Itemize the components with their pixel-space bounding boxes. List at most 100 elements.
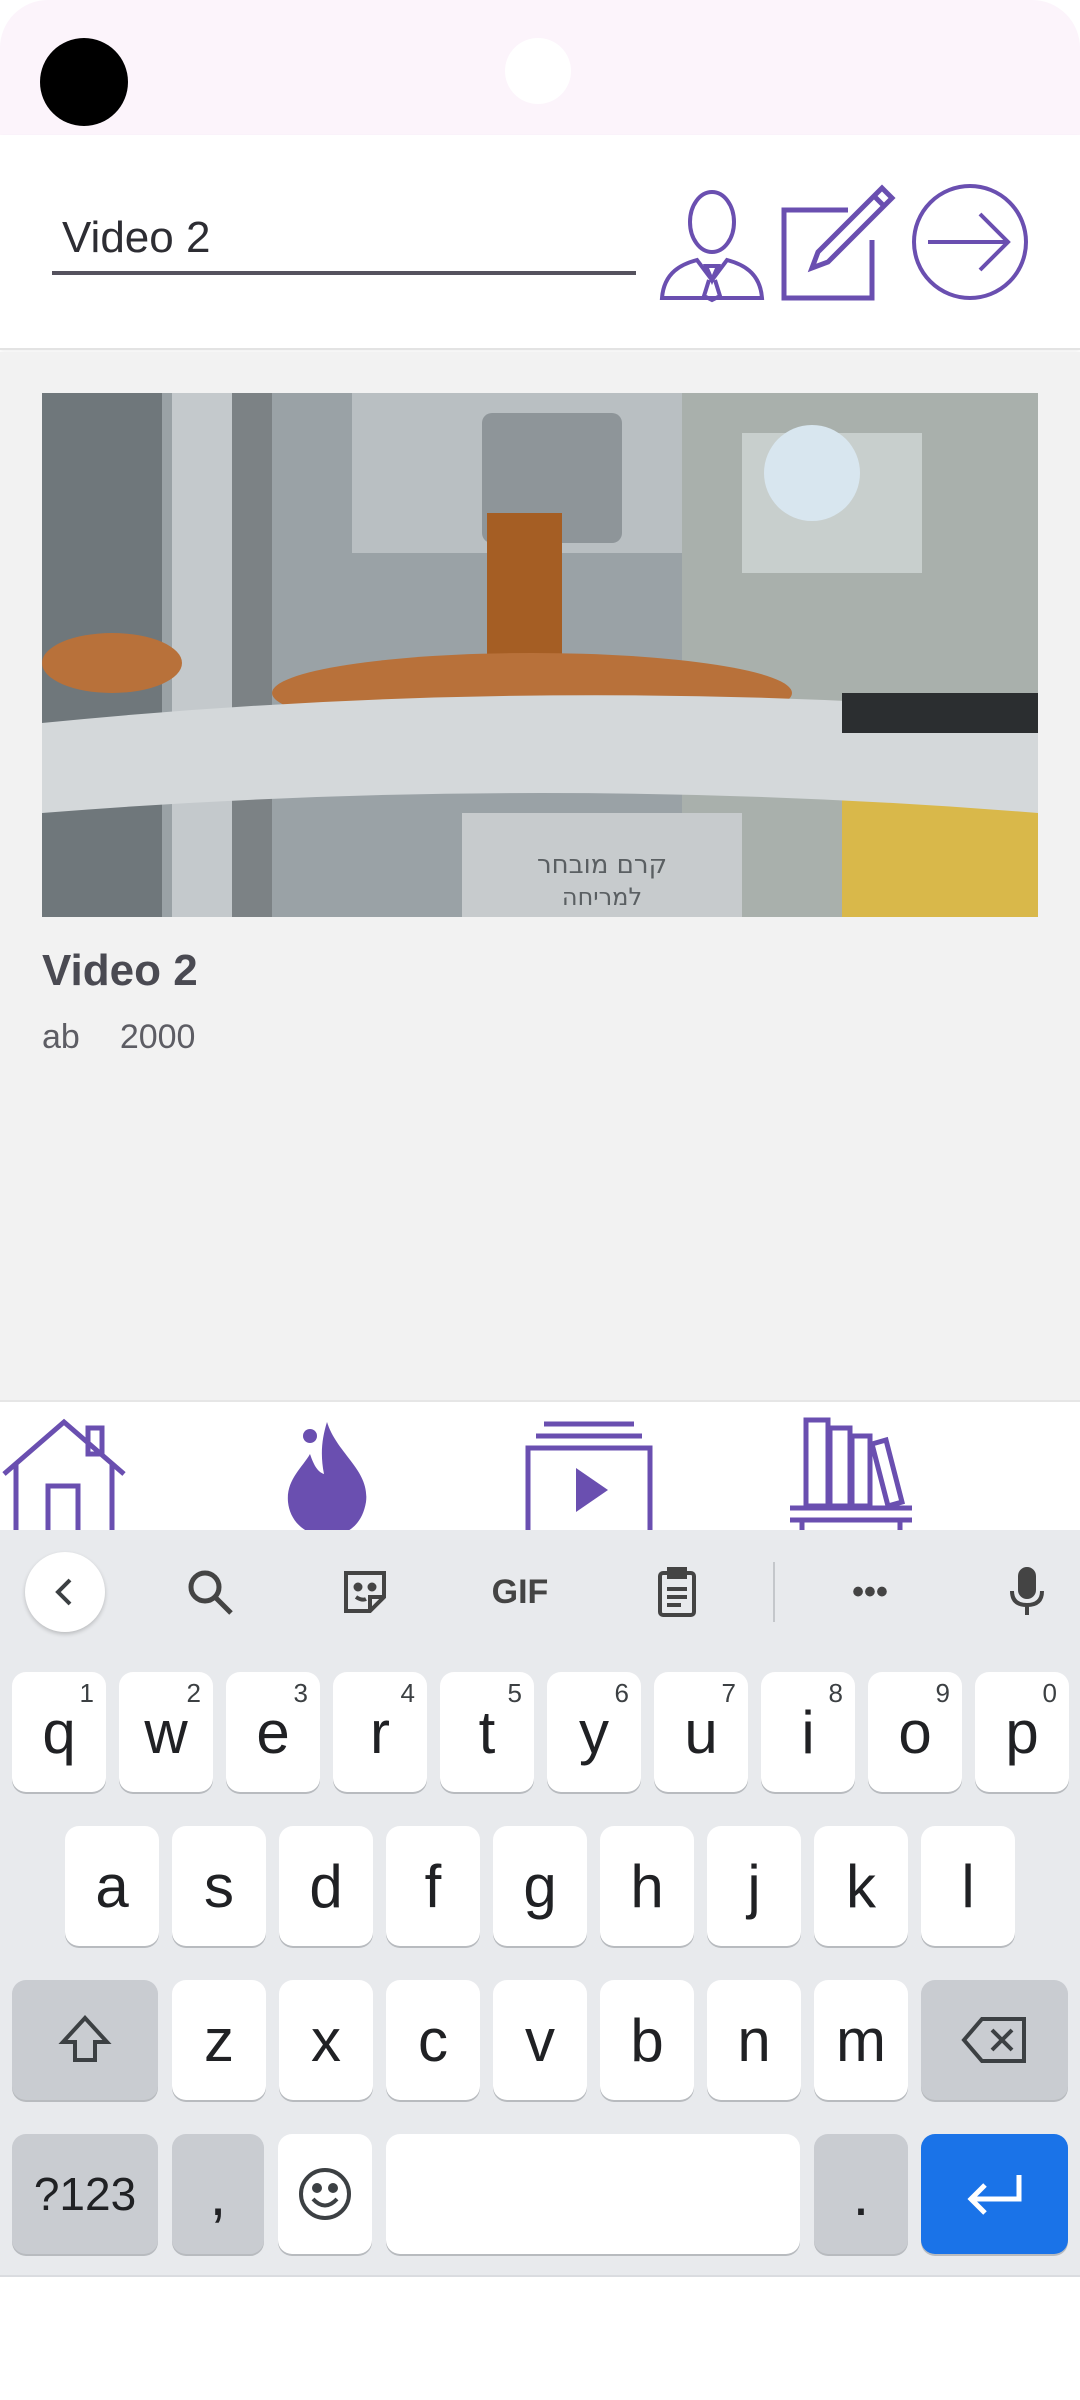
keyboard-search-button[interactable] (170, 1552, 250, 1632)
key-q[interactable]: q1 (12, 1672, 106, 1792)
search-input[interactable] (52, 205, 636, 275)
sticker-icon (344, 1571, 386, 1613)
keyboard-gif-button[interactable]: GIF (480, 1552, 560, 1632)
key-label: t (478, 1698, 496, 1766)
key-label: u (684, 1698, 718, 1766)
back-icon (55, 1578, 72, 1606)
video-thumbnail[interactable]: קרם מובחר למריחה (42, 393, 1038, 917)
key-label: y (579, 1698, 609, 1766)
key-f[interactable]: f (386, 1826, 480, 1946)
keyboard-back-button[interactable] (25, 1552, 105, 1632)
bottom-nav (0, 1400, 1080, 1530)
app-header (0, 135, 1080, 350)
nav-home[interactable] (0, 1414, 130, 1530)
nav-library[interactable] (786, 1414, 916, 1530)
camera-cutout (40, 38, 128, 126)
emoji-key[interactable] (278, 2134, 372, 2254)
key-label: o (898, 1698, 932, 1766)
gesture-bar (0, 2275, 1080, 2400)
key-label: p (1005, 1698, 1039, 1766)
key-d[interactable]: d (279, 1826, 373, 1946)
key-hint: 5 (507, 1678, 522, 1708)
key-s[interactable]: s (172, 1826, 266, 1946)
video-meta: ab 2000 (42, 1018, 195, 1057)
key-hint: 1 (79, 1678, 94, 1708)
videos-icon (525, 1421, 653, 1530)
video-title[interactable]: Video 2 (42, 946, 198, 996)
key-x[interactable]: x (279, 1980, 373, 2100)
toolbar-divider (773, 1562, 775, 1622)
backspace-key[interactable] (921, 1980, 1068, 2100)
nav-trending[interactable] (262, 1414, 392, 1530)
key-label: r (370, 1698, 390, 1766)
keyboard-mic-button[interactable] (987, 1552, 1067, 1632)
status-bar (0, 0, 1080, 135)
thumbnail-image: קרם מובחר למריחה (42, 393, 1038, 917)
key-i[interactable]: i8 (761, 1672, 855, 1792)
key-w[interactable]: w2 (119, 1672, 213, 1792)
keyboard-sticker-button[interactable] (325, 1552, 405, 1632)
key-y[interactable]: y6 (547, 1672, 641, 1792)
symbols-key[interactable]: ?123 (12, 2134, 158, 2254)
keyboard-toolbar: GIF ••• (0, 1530, 1080, 1655)
key-h[interactable]: h (600, 1826, 694, 1946)
key-hint: 4 (400, 1678, 415, 1708)
key-hint: 0 (1042, 1678, 1057, 1708)
key-o[interactable]: o9 (868, 1672, 962, 1792)
thumbnail-label-1: קרם מובחר (537, 850, 667, 880)
mic-icon (1010, 1567, 1044, 1615)
key-hint: 7 (721, 1678, 736, 1708)
profile-button[interactable] (652, 180, 772, 305)
library-icon (790, 1417, 912, 1530)
enter-key[interactable] (921, 2134, 1068, 2254)
key-b[interactable]: b (600, 1980, 694, 2100)
video-list: קרם מובחר למריחה Video 2 ab 2000 (0, 352, 1080, 1400)
key-g[interactable]: g (493, 1826, 587, 1946)
key-j[interactable]: j (707, 1826, 801, 1946)
logout-icon (912, 184, 1028, 300)
key-hint: 8 (828, 1678, 843, 1708)
key-z[interactable]: z (172, 1980, 266, 2100)
key-hint: 6 (614, 1678, 629, 1708)
video-year: 2000 (119, 1018, 196, 1056)
key-k[interactable]: k (814, 1826, 908, 1946)
shift-icon (58, 2015, 112, 2062)
clipboard-icon (658, 1567, 696, 1617)
key-a[interactable]: a (65, 1826, 159, 1946)
key-label: w (144, 1698, 188, 1766)
key-label: i (801, 1698, 815, 1766)
key-p[interactable]: p0 (975, 1672, 1069, 1792)
key-l[interactable]: l (921, 1826, 1015, 1946)
comma-key[interactable]: , (172, 2134, 264, 2254)
edit-icon (781, 184, 896, 301)
key-r[interactable]: r4 (333, 1672, 427, 1792)
key-label: e (256, 1698, 290, 1766)
key-m[interactable]: m (814, 1980, 908, 2100)
edit-button[interactable] (778, 180, 898, 305)
logout-button[interactable] (910, 180, 1030, 305)
key-v[interactable]: v (493, 1980, 587, 2100)
key-label: q (42, 1698, 76, 1766)
keyboard-clipboard-button[interactable] (637, 1552, 717, 1632)
trending-icon (287, 1422, 367, 1530)
keyboard-more-button[interactable]: ••• (830, 1552, 910, 1632)
spacebar[interactable] (386, 2134, 800, 2254)
key-hint: 3 (293, 1678, 308, 1708)
key-c[interactable]: c (386, 1980, 480, 2100)
emoji-icon (299, 2168, 351, 2220)
shift-key[interactable] (12, 1980, 158, 2100)
home-icon (2, 1418, 126, 1530)
nav-videos[interactable] (524, 1414, 654, 1530)
thumbnail-label-2: למריחה (562, 883, 642, 911)
key-e[interactable]: e3 (226, 1672, 320, 1792)
key-hint: 9 (935, 1678, 950, 1708)
key-n[interactable]: n (707, 1980, 801, 2100)
key-t[interactable]: t5 (440, 1672, 534, 1792)
key-u[interactable]: u7 (654, 1672, 748, 1792)
soft-keyboard: GIF ••• q1 w2 e3 r4 t5 y6 u7 i8 o9 p0 a … (0, 1530, 1080, 2275)
video-author: ab (42, 1018, 80, 1056)
period-key[interactable]: . (814, 2134, 908, 2254)
backspace-icon (960, 2017, 1026, 2063)
enter-icon (966, 2175, 1021, 2215)
status-pill (505, 38, 571, 104)
